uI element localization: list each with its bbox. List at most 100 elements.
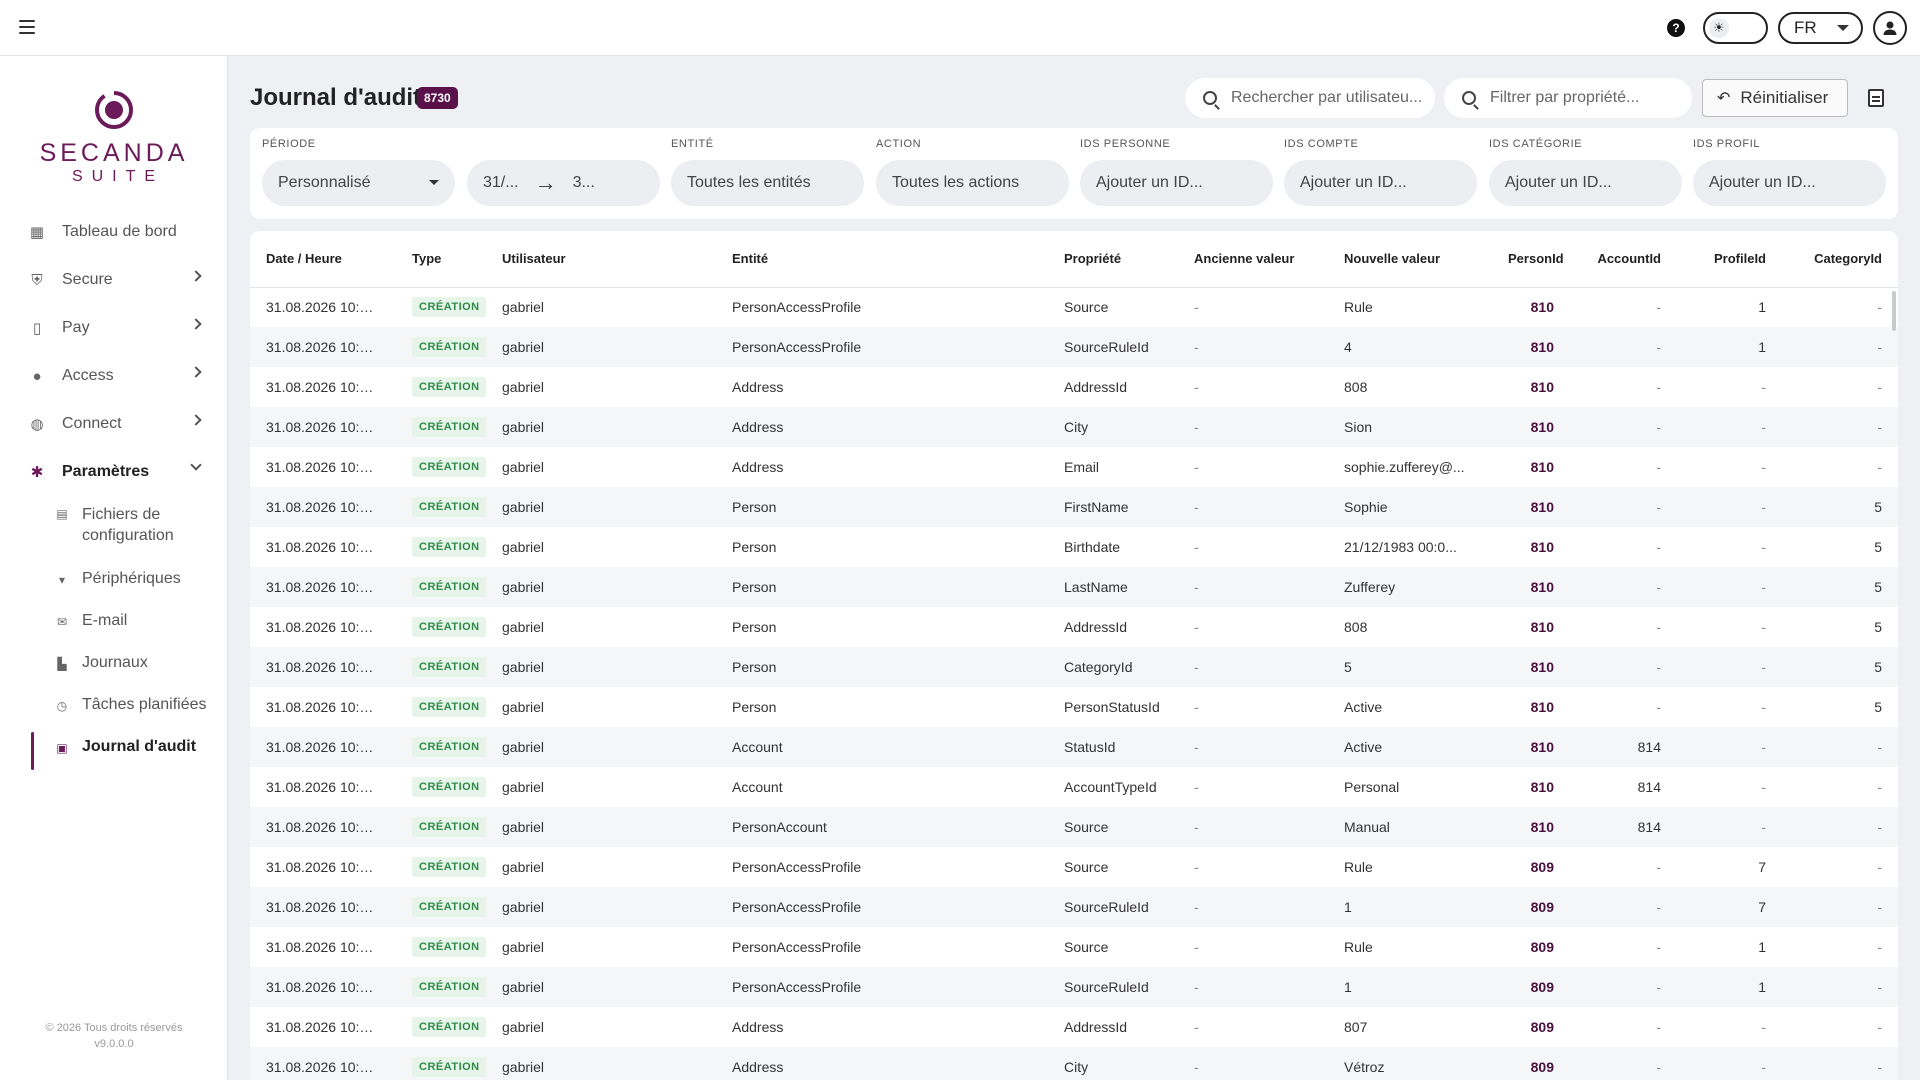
table-row[interactable]: 31.08.2026 10:35:10 CRÉATION gabriel Person… — [250, 927, 1898, 967]
column-header[interactable]: PersonId — [1492, 231, 1570, 288]
column-header[interactable]: Ancienne valeur — [1178, 231, 1328, 288]
type-badge: CRÉATION — [412, 817, 486, 837]
type-badge: CRÉATION — [412, 737, 486, 757]
date-to[interactable]: 3... — [573, 174, 595, 192]
cell-person-id: 810 — [1530, 619, 1554, 635]
sidebar-item-pay[interactable]: ▯ Pay — [0, 304, 228, 352]
table-row[interactable]: 31.08.2026 10:35:10 CRÉATION gabriel Addres… — [250, 447, 1898, 487]
table-row[interactable]: 31.08.2026 10:35:10 CRÉATION gabriel Person… — [250, 607, 1898, 647]
export-icon[interactable] — [1868, 89, 1884, 107]
table-row[interactable]: 31.08.2026 10:35:10 CRÉATION gabriel Person… — [250, 487, 1898, 527]
table-row[interactable]: 31.08.2026 10:35:10 CRÉATION gabriel Accoun… — [250, 767, 1898, 807]
category-ids-input[interactable]: Ajouter un ID... — [1489, 160, 1682, 206]
cell-datetime: 31.08.2026 10:35:10 — [266, 499, 395, 515]
language-select[interactable]: FR — [1778, 12, 1863, 44]
period-filter: Période Personnalisé — [262, 138, 455, 206]
cell-entity: Person — [732, 499, 777, 515]
sidebar-subitem-audit-log[interactable]: ▣ Journal d'audit — [0, 728, 228, 770]
cell-account-id: - — [1656, 899, 1661, 915]
table-row[interactable]: 31.08.2026 10:35:10 CRÉATION gabriel Addres… — [250, 407, 1898, 447]
profile-ids-filter: IDs profil Ajouter un ID... — [1693, 138, 1886, 206]
column-header[interactable]: Propriété — [1048, 231, 1178, 288]
column-header[interactable]: Utilisateur — [486, 231, 716, 288]
date-from[interactable]: 31/... — [483, 174, 519, 192]
column-header[interactable]: ProfileId — [1677, 231, 1782, 288]
cell-user: gabriel — [502, 339, 545, 355]
table-row[interactable]: 31.08.2026 10:35:10 CRÉATION gabriel Accoun… — [250, 727, 1898, 767]
cell-datetime: 31.08.2026 10:35:10 — [266, 739, 395, 755]
cell-user: gabriel — [502, 659, 545, 675]
type-badge: CRÉATION — [412, 417, 486, 437]
cell-category-id: - — [1877, 939, 1882, 955]
cell-type: CRÉATION — [396, 367, 486, 407]
account-ids-input[interactable]: Ajouter un ID... — [1284, 160, 1477, 206]
table-row[interactable]: 31.08.2026 10:35:10 CRÉATION gabriel Person… — [250, 847, 1898, 887]
column-header[interactable]: Type — [396, 231, 486, 288]
table-row[interactable]: 31.08.2026 10:35:10 CRÉATION gabriel Person… — [250, 327, 1898, 367]
cell-type: CRÉATION — [396, 567, 486, 607]
theme-toggle[interactable]: ☀ — [1703, 12, 1768, 44]
table-row[interactable]: 31.08.2026 10:35:10 CRÉATION gabriel Person… — [250, 807, 1898, 847]
table-row[interactable]: 31.08.2026 10:35:10 CRÉATION gabriel Addres… — [250, 367, 1898, 407]
cell-old-value: - — [1194, 699, 1199, 715]
table-row[interactable]: 31.08.2026 10:35:10 CRÉATION gabriel Person… — [250, 287, 1898, 327]
sidebar-item-settings[interactable]: ✱ Paramètres — [0, 448, 228, 496]
action-filter: Action Toutes les actions — [876, 138, 1069, 206]
sidebar-subitem-devices[interactable]: ▾ Périphériques — [0, 560, 228, 602]
search-user-box[interactable] — [1185, 78, 1435, 118]
sidebar-subitem-logs[interactable]: ▙ Journaux — [0, 644, 228, 686]
sidebar-subitem-scheduled-tasks[interactable]: ◷ Tâches planifiées — [0, 686, 228, 728]
table-row[interactable]: 31.08.2026 10:35:10 CRÉATION gabriel Person… — [250, 527, 1898, 567]
sidebar-item-dashboard[interactable]: ▦ Tableau de bord — [0, 208, 228, 256]
sidebar-item-access[interactable]: ● Access — [0, 352, 228, 400]
entity-select[interactable]: Toutes les entités — [671, 160, 864, 206]
table-row[interactable]: 31.08.2026 10:35:10 CRÉATION gabriel Person… — [250, 967, 1898, 1007]
sidebar-item-secure[interactable]: ⛨ Secure — [0, 256, 228, 304]
logs-icon: ▙ — [57, 657, 67, 671]
column-header[interactable]: CategoryId — [1782, 231, 1898, 288]
column-header[interactable]: AccountId — [1570, 231, 1677, 288]
filter-property-input[interactable] — [1490, 89, 1680, 107]
cell-account-id: - — [1656, 659, 1661, 675]
cell-person-id: 810 — [1530, 699, 1554, 715]
type-badge: CRÉATION — [412, 937, 486, 957]
period-select[interactable]: Personnalisé — [262, 160, 455, 206]
profile-ids-input[interactable]: Ajouter un ID... — [1693, 160, 1886, 206]
sidebar-subitem-config-files[interactable]: ▤ Fichiers de configuration — [0, 496, 228, 560]
table-row[interactable]: 31.08.2026 10:35:10 CRÉATION gabriel Addres… — [250, 1047, 1898, 1080]
cell-profile-id: - — [1761, 419, 1766, 435]
cell-entity: Person — [732, 579, 777, 595]
profile-ids-label: IDs profil — [1693, 138, 1761, 150]
cell-entity: Person — [732, 659, 777, 675]
table-row[interactable]: 31.08.2026 10:35:10 CRÉATION gabriel Person… — [250, 647, 1898, 687]
table-row[interactable]: 31.08.2026 10:35:10 CRÉATION gabriel Person… — [250, 687, 1898, 727]
table-row[interactable]: 31.08.2026 10:35:10 CRÉATION gabriel Person… — [250, 887, 1898, 927]
cell-type: CRÉATION — [396, 687, 486, 727]
filter-property-box[interactable] — [1444, 78, 1692, 118]
top-bar: ? ☀ FR — [0, 0, 1920, 56]
cell-person-id: 810 — [1530, 379, 1554, 395]
type-badge: CRÉATION — [412, 377, 486, 397]
help-icon[interactable]: ? — [1667, 19, 1685, 37]
cell-type: CRÉATION — [396, 447, 486, 487]
menu-icon[interactable] — [16, 16, 38, 38]
table-scrollbar[interactable] — [1892, 291, 1896, 331]
column-header[interactable]: Nouvelle valeur — [1328, 231, 1492, 288]
cell-profile-id: - — [1761, 739, 1766, 755]
reset-button[interactable]: ↶ Réinitialiser — [1702, 79, 1848, 117]
person-ids-input[interactable]: Ajouter un ID... — [1080, 160, 1273, 206]
date-range-input[interactable]: 31/... → 3... — [467, 160, 660, 206]
table-row[interactable]: 31.08.2026 10:35:10 CRÉATION gabriel Addres… — [250, 1007, 1898, 1047]
action-select[interactable]: Toutes les actions — [876, 160, 1069, 206]
column-header[interactable]: Date / Heure — [250, 231, 396, 288]
sidebar-item-connect[interactable]: ◍ Connect — [0, 400, 228, 448]
search-user-input[interactable] — [1231, 89, 1421, 107]
brand-name: SECANDA — [39, 139, 189, 167]
table-row[interactable]: 31.08.2026 10:35:10 CRÉATION gabriel Person… — [250, 567, 1898, 607]
chevron-right-icon — [190, 414, 202, 426]
sidebar-subitem-email[interactable]: ✉ E-mail — [0, 602, 228, 644]
cell-profile-id: - — [1761, 779, 1766, 795]
user-account-button[interactable] — [1873, 11, 1907, 45]
cell-datetime: 31.08.2026 10:35:10 — [266, 939, 395, 955]
column-header[interactable]: Entité — [716, 231, 1048, 288]
